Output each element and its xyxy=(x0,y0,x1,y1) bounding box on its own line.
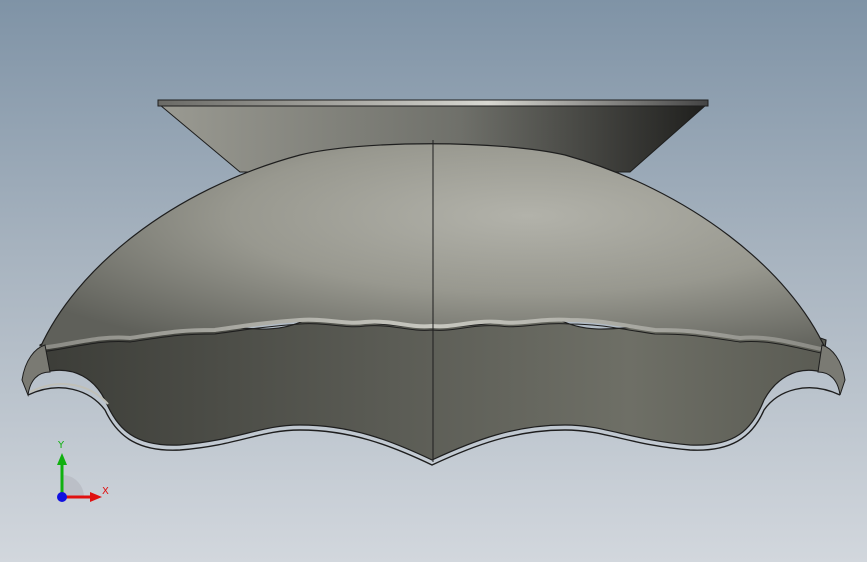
coordinate-triad: Y X xyxy=(40,435,120,515)
top-rim xyxy=(157,99,709,107)
lampshade-model[interactable] xyxy=(0,0,867,562)
x-axis-label: X xyxy=(102,486,109,497)
z-axis-dot-icon xyxy=(57,492,67,502)
y-axis-label: Y xyxy=(58,440,65,451)
left-curl xyxy=(21,344,51,397)
right-curl xyxy=(817,344,846,396)
graphics-viewport[interactable]: Y X xyxy=(0,0,867,562)
triad-graphic xyxy=(57,453,102,502)
